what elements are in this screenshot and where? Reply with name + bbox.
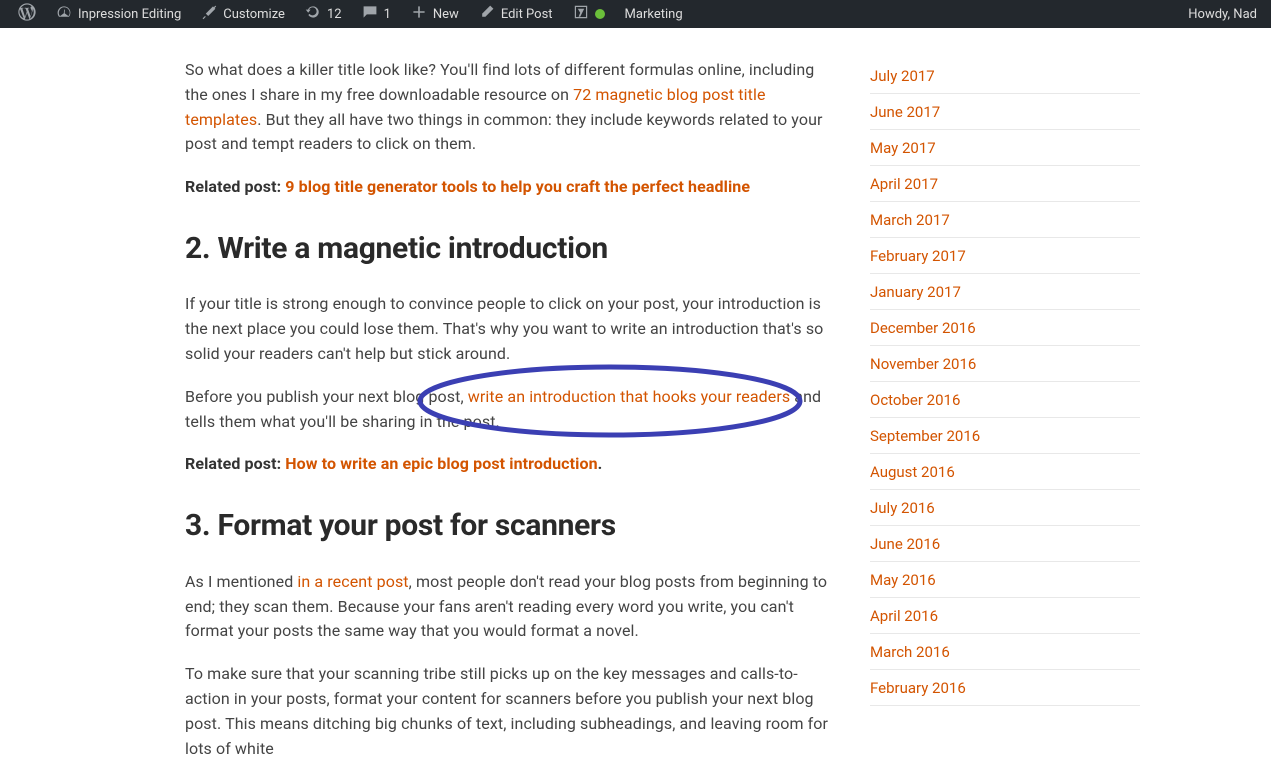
archive-item: August 2016 (870, 454, 1140, 490)
comments-menu[interactable]: 1 (352, 0, 401, 28)
archive-item: May 2016 (870, 562, 1140, 598)
archive-item: April 2016 (870, 598, 1140, 634)
admin-bar-right[interactable]: Howdy, Nad (1188, 7, 1263, 22)
paragraph: Before you publish your next blog post, … (185, 385, 830, 435)
heading-2: 2. Write a magnetic introduction (185, 226, 830, 273)
archive-link[interactable]: April 2016 (870, 607, 938, 625)
marketing-label: Marketing (625, 7, 683, 22)
archive-item: March 2017 (870, 202, 1140, 238)
related-label: Related post: (185, 454, 285, 473)
related-post: Related post: 9 blog title generator too… (185, 175, 830, 200)
archive-link[interactable]: June 2016 (870, 535, 940, 553)
howdy-label: Howdy, Nad (1188, 7, 1257, 22)
archive-link[interactable]: April 2017 (870, 175, 938, 193)
archive-link[interactable]: August 2016 (870, 463, 955, 481)
marketing-menu[interactable]: Marketing (615, 0, 693, 28)
archive-link[interactable]: March 2017 (870, 211, 950, 229)
archive-item: November 2016 (870, 346, 1140, 382)
customize-menu[interactable]: Customize (191, 0, 295, 28)
archive-link[interactable]: February 2017 (870, 247, 966, 265)
wp-admin-bar: Inpression Editing Customize 12 1 New Ed… (0, 0, 1271, 28)
archive-item: October 2016 (870, 382, 1140, 418)
archive-link[interactable]: June 2017 (870, 103, 940, 121)
pencil-icon (479, 4, 495, 24)
archive-link[interactable]: September 2016 (870, 427, 980, 445)
heading-3: 3. Format your post for scanners (185, 503, 830, 550)
archive-item: April 2017 (870, 166, 1140, 202)
archive-item: July 2017 (870, 58, 1140, 94)
archive-link[interactable]: November 2016 (870, 355, 976, 373)
link-related-1[interactable]: 9 blog title generator tools to help you… (285, 177, 750, 196)
refresh-icon (305, 4, 321, 24)
archive-link[interactable]: October 2016 (870, 391, 960, 409)
archive-item: September 2016 (870, 418, 1140, 454)
paragraph: To make sure that your scanning tribe st… (185, 662, 830, 761)
archive-link[interactable]: May 2017 (870, 139, 936, 157)
new-label: New (433, 7, 459, 22)
archive-link[interactable]: July 2016 (870, 499, 935, 517)
link-recent-post[interactable]: in a recent post (297, 572, 408, 591)
archive-item: February 2017 (870, 238, 1140, 274)
archive-link[interactable]: December 2016 (870, 319, 976, 337)
yoast-icon (573, 4, 589, 24)
edit-post-label: Edit Post (501, 7, 553, 22)
text: . (598, 454, 603, 473)
archive-item: January 2017 (870, 274, 1140, 310)
archive-item: June 2016 (870, 526, 1140, 562)
archive-item: May 2017 (870, 130, 1140, 166)
related-post: Related post: How to write an epic blog … (185, 452, 830, 477)
site-name-menu[interactable]: Inpression Editing (46, 0, 191, 28)
site-name-label: Inpression Editing (78, 7, 181, 22)
annotated-paragraph: Before you publish your next blog post, … (185, 385, 830, 435)
paragraph: So what does a killer title look like? Y… (185, 58, 830, 157)
link-intro-hook[interactable]: write an introduction that hooks your re… (468, 387, 790, 406)
paintbrush-icon (201, 4, 217, 24)
page-body: So what does a killer title look like? Y… (0, 28, 1271, 779)
plus-icon (411, 4, 427, 24)
wp-logo[interactable] (8, 0, 46, 28)
archive-link[interactable]: March 2016 (870, 643, 950, 661)
post-content: So what does a killer title look like? Y… (185, 58, 830, 779)
yoast-menu[interactable] (563, 0, 615, 28)
sidebar: July 2017 June 2017 May 2017 April 2017 Marc… (870, 58, 1140, 779)
link-related-2[interactable]: How to write an epic blog post introduct… (285, 454, 597, 473)
updates-menu[interactable]: 12 (295, 0, 352, 28)
archive-link[interactable]: July 2017 (870, 67, 935, 85)
archive-item: December 2016 (870, 310, 1140, 346)
new-content-menu[interactable]: New (401, 0, 469, 28)
archive-item: March 2016 (870, 634, 1140, 670)
text: As I mentioned (185, 572, 297, 591)
archive-item: February 2016 (870, 670, 1140, 706)
text: Before you publish your next blog post, (185, 387, 468, 406)
related-label: Related post: (185, 177, 285, 196)
archive-link[interactable]: January 2017 (870, 283, 961, 301)
archive-item: July 2016 (870, 490, 1140, 526)
comment-icon (362, 4, 378, 24)
paragraph: If your title is strong enough to convin… (185, 292, 830, 366)
archive-list: July 2017 June 2017 May 2017 April 2017 Marc… (870, 58, 1140, 706)
seo-status-dot (595, 9, 605, 19)
wordpress-icon (18, 3, 36, 25)
archive-link[interactable]: February 2016 (870, 679, 966, 697)
admin-bar-left: Inpression Editing Customize 12 1 New Ed… (8, 0, 693, 28)
dashboard-icon (56, 4, 72, 24)
customize-label: Customize (223, 7, 285, 22)
archive-link[interactable]: May 2016 (870, 571, 936, 589)
archive-item: June 2017 (870, 94, 1140, 130)
comments-count: 1 (384, 7, 391, 22)
edit-post-menu[interactable]: Edit Post (469, 0, 563, 28)
updates-count: 12 (327, 7, 342, 22)
paragraph: As I mentioned in a recent post, most pe… (185, 570, 830, 644)
text: . But they all have two things in common… (185, 110, 823, 154)
